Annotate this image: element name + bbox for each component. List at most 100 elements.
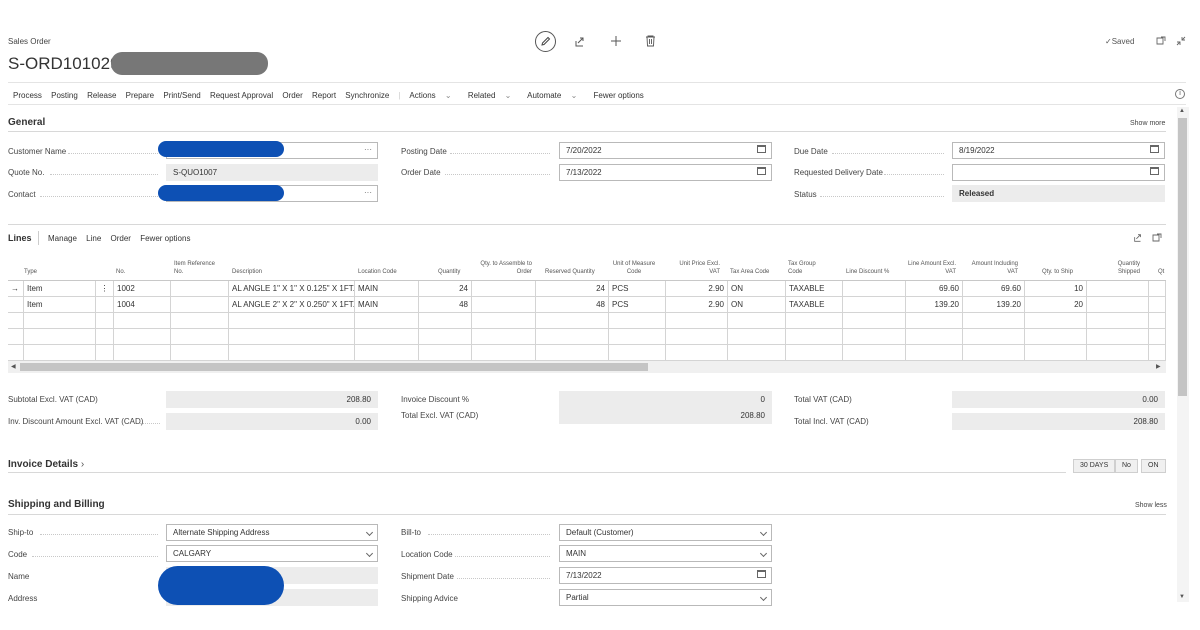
empty-cell[interactable] — [963, 329, 1025, 345]
tab-manage[interactable]: Manage — [48, 234, 77, 243]
open-new-window-icon[interactable] — [1156, 36, 1166, 48]
cell-reserved[interactable]: 24 — [536, 281, 609, 297]
empty-cell[interactable] — [171, 329, 229, 345]
cell-description[interactable]: AL ANGLE 2" X 2" X 0.250" X 1FT... — [229, 297, 355, 313]
empty-cell[interactable] — [8, 313, 24, 329]
row-selector-arrow-icon[interactable]: → — [8, 281, 24, 297]
empty-cell[interactable] — [355, 313, 419, 329]
empty-cell[interactable] — [472, 329, 536, 345]
scroll-up-arrow-icon[interactable]: ▲ — [1179, 108, 1185, 114]
empty-cell[interactable] — [419, 345, 472, 361]
empty-cell[interactable] — [906, 329, 963, 345]
cell-tax-group[interactable]: TAXABLE — [786, 281, 843, 297]
empty-cell[interactable] — [114, 345, 171, 361]
share-icon[interactable] — [574, 36, 586, 50]
tab-line[interactable]: Line — [86, 234, 101, 243]
empty-cell[interactable] — [96, 313, 114, 329]
menu-prepare[interactable]: Prepare — [126, 91, 154, 100]
scroll-down-arrow-icon[interactable]: ▼ — [1179, 594, 1185, 600]
calendar-icon[interactable] — [1150, 167, 1159, 177]
empty-cell[interactable] — [24, 345, 96, 361]
empty-cell[interactable] — [728, 329, 786, 345]
cell-qty-assemble[interactable] — [472, 297, 536, 313]
empty-cell[interactable] — [229, 329, 355, 345]
show-less-link[interactable]: Show less — [1135, 502, 1167, 509]
scroll-right-arrow-icon[interactable]: ▶ — [1156, 363, 1161, 370]
empty-cell[interactable] — [728, 345, 786, 361]
calendar-icon[interactable] — [757, 145, 766, 155]
info-icon[interactable]: i — [1175, 89, 1185, 99]
cell-description[interactable]: AL ANGLE 1" X 1" X 0.125" X 1FT... — [229, 281, 355, 297]
menu-actions[interactable]: Actions ⌄ — [409, 91, 458, 100]
col-header-line-discount[interactable]: Line Discount % — [846, 268, 889, 276]
col-header-location-code[interactable]: Location Code — [358, 268, 397, 276]
empty-cell[interactable] — [472, 313, 536, 329]
cell-qty-shipped[interactable] — [1087, 281, 1149, 297]
menu-request-approval[interactable]: Request Approval — [210, 91, 273, 100]
cell-qty-assemble[interactable] — [472, 281, 536, 297]
cell-no[interactable]: 1004 — [114, 297, 171, 313]
menu-print-send[interactable]: Print/Send — [163, 91, 200, 100]
menu-fewer-options[interactable]: Fewer options — [594, 91, 644, 100]
cell-tax-area[interactable]: ON — [728, 297, 786, 313]
empty-cell[interactable] — [609, 313, 666, 329]
empty-cell[interactable] — [171, 313, 229, 329]
cell-extra[interactable] — [1149, 297, 1166, 313]
tab-fewer-options[interactable]: Fewer options — [140, 234, 190, 243]
ship-to-select[interactable]: Alternate Shipping Address — [166, 524, 378, 541]
shipping-advice-select[interactable]: Partial — [559, 589, 772, 606]
empty-cell[interactable] — [419, 329, 472, 345]
empty-cell[interactable] — [728, 313, 786, 329]
menu-synchronize[interactable]: Synchronize — [345, 91, 389, 100]
cell-location[interactable]: MAIN — [355, 297, 419, 313]
col-header-type[interactable]: Type — [24, 268, 37, 276]
cell-unit-price[interactable]: 2.90 — [666, 281, 728, 297]
expand-icon[interactable] — [1152, 233, 1162, 245]
col-header-quantity[interactable]: Quantity — [438, 268, 460, 276]
empty-cell[interactable] — [609, 345, 666, 361]
cell-line-discount[interactable] — [843, 297, 906, 313]
empty-cell[interactable] — [8, 329, 24, 345]
calendar-icon[interactable] — [757, 570, 766, 580]
posting-date-field[interactable]: 7/20/2022 — [559, 142, 772, 159]
tab-order[interactable]: Order — [111, 234, 131, 243]
empty-cell[interactable] — [1149, 329, 1166, 345]
empty-cell[interactable] — [114, 329, 171, 345]
col-header-unit-price[interactable]: Unit Price Excl. VAT — [668, 260, 720, 276]
empty-cell[interactable] — [8, 345, 24, 361]
empty-cell[interactable] — [536, 313, 609, 329]
cell-type[interactable]: Item — [24, 297, 96, 313]
empty-cell[interactable] — [1087, 345, 1149, 361]
empty-cell[interactable] — [843, 345, 906, 361]
share-icon[interactable] — [1133, 233, 1143, 245]
cell-quantity[interactable]: 48 — [419, 297, 472, 313]
cell-selector[interactable] — [8, 297, 24, 313]
bill-to-select[interactable]: Default (Customer) — [559, 524, 772, 541]
empty-cell[interactable] — [843, 313, 906, 329]
menu-posting[interactable]: Posting — [51, 91, 78, 100]
empty-cell[interactable] — [114, 313, 171, 329]
col-header-qty-to-assemble[interactable]: Qty. to Assemble to Order — [474, 260, 532, 276]
empty-cell[interactable] — [666, 313, 728, 329]
calendar-icon[interactable] — [757, 167, 766, 177]
cell-qty-shipped[interactable] — [1087, 297, 1149, 313]
empty-cell[interactable] — [1087, 313, 1149, 329]
empty-cell[interactable] — [24, 329, 96, 345]
empty-cell[interactable] — [906, 345, 963, 361]
cell-tax-area[interactable]: ON — [728, 281, 786, 297]
shipping-billing-section-title[interactable]: Shipping and Billing — [8, 499, 105, 510]
location-code-select[interactable]: MAIN — [559, 545, 772, 562]
cell-tax-group[interactable]: TAXABLE — [786, 297, 843, 313]
invoice-details-section-title[interactable]: Invoice Details › — [8, 459, 84, 470]
menu-order[interactable]: Order — [282, 91, 302, 100]
empty-cell[interactable] — [786, 313, 843, 329]
cell-item-ref[interactable] — [171, 297, 229, 313]
lookup-ellipsis-icon[interactable]: ··· — [364, 145, 372, 154]
cell-uom[interactable]: PCS — [609, 297, 666, 313]
empty-cell[interactable] — [171, 345, 229, 361]
due-date-field[interactable]: 8/19/2022 — [952, 142, 1165, 159]
col-header-unit-of-measure[interactable]: Unit of Measure Code — [609, 260, 659, 276]
col-header-quantity-shipped[interactable]: Quantity Shipped — [1100, 260, 1140, 276]
requested-delivery-date-field[interactable] — [952, 164, 1165, 181]
empty-cell[interactable] — [786, 345, 843, 361]
